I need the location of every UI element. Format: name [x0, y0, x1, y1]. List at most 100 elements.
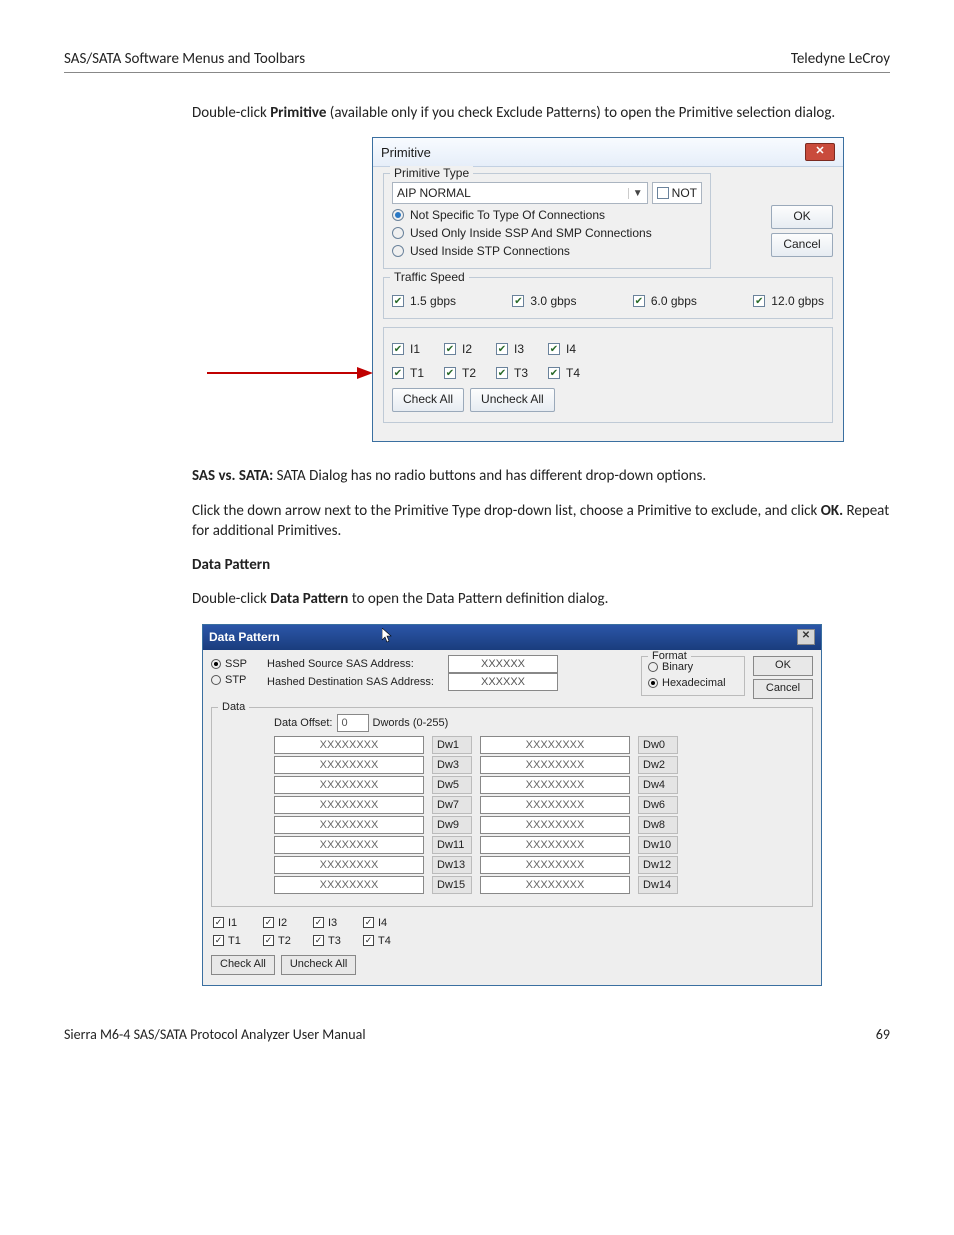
port-i3[interactable]: ✔I3 [496, 342, 542, 356]
port-i4[interactable]: ✔I4 [548, 342, 594, 356]
cursor-icon [382, 628, 394, 647]
cancel-button[interactable]: Cancel [771, 233, 833, 257]
dwords-table: XXXXXXXXDw1XXXXXXXXDw0XXXXXXXXDw3XXXXXXX… [274, 736, 764, 894]
primitive-dialog: Primitive ✕ OK Cancel Primitive Type [372, 137, 844, 442]
dword-label: Dw2 [638, 756, 678, 774]
dword-label: Dw6 [638, 796, 678, 814]
dst-address-label: Hashed Destination SAS Address: [267, 676, 442, 688]
dialog-title: Primitive [381, 145, 431, 160]
table-row: XXXXXXXXDw9XXXXXXXXDw8 [274, 816, 764, 834]
radio-hex[interactable]: Hexadecimal [648, 675, 738, 691]
dword-label: Dw7 [432, 796, 472, 814]
dword-field[interactable]: XXXXXXXX [480, 816, 630, 834]
close-icon[interactable]: ✕ [797, 629, 815, 645]
table-row: XXXXXXXX Dw5 XXXXXXXX Dw4 [274, 776, 764, 794]
port-grid: ✓I1 ✓I2 ✓I3 ✓I4 ✓T1 ✓T2 ✓T3 ✓T4 [213, 915, 813, 949]
dword-label: Dw15 [432, 876, 472, 894]
dword-field[interactable]: XXXXXXXX [274, 836, 424, 854]
port-t3[interactable]: ✔T3 [496, 366, 542, 380]
dword-label: Dw1 [432, 736, 472, 754]
paragraph-3: Click the down arrow next to the Primiti… [192, 501, 890, 542]
dword-label: Dw4 [638, 776, 678, 794]
port-i2[interactable]: ✔I2 [444, 342, 490, 356]
dword-field[interactable]: XXXXXXXX [274, 736, 424, 754]
radio-icon [392, 209, 404, 221]
port-t1[interactable]: ✔T1 [392, 366, 438, 380]
header-left: SAS/SATA Software Menus and Toolbars [64, 50, 305, 68]
table-row: XXXXXXXX Dw15 XXXXXXXX Dw14 [274, 876, 764, 894]
check-all-button[interactable]: Check All [211, 955, 275, 975]
check-all-button[interactable]: Check All [392, 388, 464, 412]
ok-button[interactable]: OK [771, 205, 833, 229]
dword-label: Dw8 [638, 816, 678, 834]
dword-field[interactable]: XXXXXXXX [274, 876, 424, 894]
dialog-titlebar[interactable]: Data Pattern ✕ [203, 625, 821, 650]
src-address-label: Hashed Source SAS Address: [267, 658, 442, 670]
traffic-speed-legend: Traffic Speed [390, 270, 469, 284]
port-t2[interactable]: ✔T2 [444, 366, 490, 380]
port-i2[interactable]: ✓I2 [263, 915, 307, 931]
not-checkbox[interactable]: NOT [652, 182, 702, 204]
table-row: XXXXXXXXDw13XXXXXXXXDw12 [274, 856, 764, 874]
speed-3-0[interactable]: ✔3.0 gbps [512, 294, 576, 308]
data-offset-range: Dwords (0-255) [373, 717, 449, 729]
port-i4[interactable]: ✓I4 [363, 915, 407, 931]
dword-field[interactable]: XXXXXXXX [480, 796, 630, 814]
port-t4[interactable]: ✔T4 [548, 366, 594, 380]
port-i1[interactable]: ✓I1 [213, 915, 257, 931]
dword-label: Dw0 [638, 736, 678, 754]
radio-icon [211, 659, 221, 669]
dword-field[interactable]: XXXXXXXX [274, 756, 424, 774]
radio-stp[interactable]: Used Inside STP Connections [392, 244, 702, 258]
dword-field[interactable]: XXXXXXXX [480, 836, 630, 854]
radio-ssp-smp[interactable]: Used Only Inside SSP And SMP Connections [392, 226, 702, 240]
port-t4[interactable]: ✓T4 [363, 933, 407, 949]
dword-field[interactable]: XXXXXXXX [274, 796, 424, 814]
dword-field[interactable]: XXXXXXXX [274, 816, 424, 834]
port-i1[interactable]: ✔I1 [392, 342, 438, 356]
data-pattern-dialog: Data Pattern ✕ SSP STP Hashed Source SAS… [202, 624, 822, 986]
format-legend: Format [648, 650, 691, 662]
src-address-field[interactable]: XXXXXX [448, 655, 558, 673]
dword-field[interactable]: XXXXXXXX [480, 856, 630, 874]
port-grid: ✔I1 ✔I2 ✔I3 ✔I4 ✔T1 ✔T2 ✔T3 ✔T4 [392, 338, 824, 380]
radio-not-specific[interactable]: Not Specific To Type Of Connections [392, 208, 702, 222]
dword-label: Dw14 [638, 876, 678, 894]
uncheck-all-button[interactable]: Uncheck All [281, 955, 356, 975]
radio-stp[interactable]: STP [211, 672, 259, 688]
speed-12-0[interactable]: ✔12.0 gbps [753, 294, 824, 308]
close-icon[interactable]: ✕ [805, 143, 835, 161]
port-t1[interactable]: ✓T1 [213, 933, 257, 949]
chevron-down-icon[interactable]: ▼ [628, 188, 643, 199]
dword-field[interactable]: XXXXXXXX [480, 736, 630, 754]
radio-ssp[interactable]: SSP [211, 656, 259, 672]
speed-1-5[interactable]: ✔1.5 gbps [392, 294, 456, 308]
dst-address-field[interactable]: XXXXXX [448, 673, 558, 691]
radio-icon [211, 675, 221, 685]
dword-label: Dw12 [638, 856, 678, 874]
page-footer: Sierra M6-4 SAS/SATA Protocol Analyzer U… [64, 1026, 890, 1043]
port-t2[interactable]: ✓T2 [263, 933, 307, 949]
footer-page-number: 69 [876, 1026, 890, 1043]
primitive-type-legend: Primitive Type [390, 166, 473, 180]
cancel-button[interactable]: Cancel [753, 679, 813, 699]
radio-icon [392, 245, 404, 257]
port-t3[interactable]: ✓T3 [313, 933, 357, 949]
dword-field[interactable]: XXXXXXXX [274, 776, 424, 794]
speed-6-0[interactable]: ✔6.0 gbps [633, 294, 697, 308]
uncheck-all-button[interactable]: Uncheck All [470, 388, 555, 412]
dword-label: Dw11 [432, 836, 472, 854]
port-i3[interactable]: ✓I3 [313, 915, 357, 931]
dword-field[interactable]: XXXXXXXX [480, 876, 630, 894]
ok-button[interactable]: OK [753, 656, 813, 676]
dword-field[interactable]: XXXXXXXX [274, 856, 424, 874]
dword-label: Dw5 [432, 776, 472, 794]
table-row: XXXXXXXX Dw7 XXXXXXXX Dw6 [274, 796, 764, 814]
dword-field[interactable]: XXXXXXXX [480, 776, 630, 794]
primitive-type-select[interactable]: AIP NORMAL ▼ [392, 182, 648, 204]
checkbox-icon [657, 187, 669, 199]
page-header: SAS/SATA Software Menus and Toolbars Tel… [64, 50, 890, 73]
data-offset-field[interactable]: 0 [337, 714, 369, 732]
dialog-titlebar[interactable]: Primitive ✕ [373, 138, 843, 167]
dword-field[interactable]: XXXXXXXX [480, 756, 630, 774]
